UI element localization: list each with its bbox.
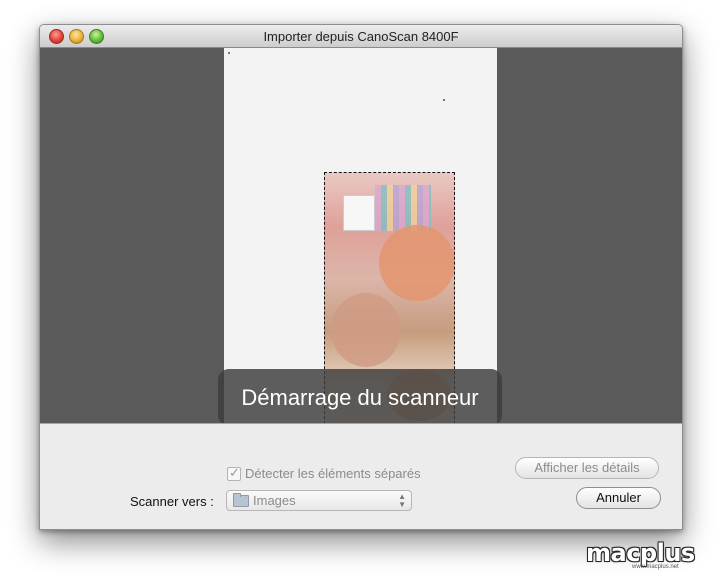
- titlebar[interactable]: Importer depuis CanoScan 8400F: [40, 25, 682, 48]
- folder-icon: [233, 493, 249, 507]
- watermark-url: www.macplus.net: [632, 564, 679, 570]
- status-overlay: Démarrage du scanneur: [218, 369, 502, 426]
- photo-stripes: [375, 185, 431, 231]
- scan-import-window: Importer depuis CanoScan 8400F Démarrage…: [39, 24, 683, 530]
- scan-preview-area: Démarrage du scanneur: [40, 48, 682, 439]
- cancel-button[interactable]: Annuler: [576, 487, 661, 509]
- show-details-button[interactable]: Afficher les détails: [515, 457, 659, 479]
- scan-to-label: Scanner vers :: [130, 494, 214, 509]
- scan-to-popup[interactable]: Images ▲ ▼: [226, 490, 412, 511]
- watermark-brand: macplus: [586, 539, 695, 567]
- scan-to-value: Images: [253, 493, 296, 508]
- popup-arrows-icon: ▲ ▼: [398, 492, 406, 509]
- checkmark-icon: ✓: [229, 465, 240, 480]
- detect-separate-checkbox[interactable]: ✓: [227, 465, 241, 481]
- window-title: Importer depuis CanoScan 8400F: [263, 29, 459, 44]
- dust-mark: [443, 99, 445, 101]
- macplus-watermark: macplus www.macplus.net: [586, 514, 706, 572]
- detect-separate-label: Détecter les éléments séparés: [245, 466, 421, 481]
- photo-circle: [379, 225, 454, 301]
- dust-mark: [228, 52, 230, 54]
- photo-face: [331, 293, 401, 367]
- photo-logo: [343, 195, 375, 231]
